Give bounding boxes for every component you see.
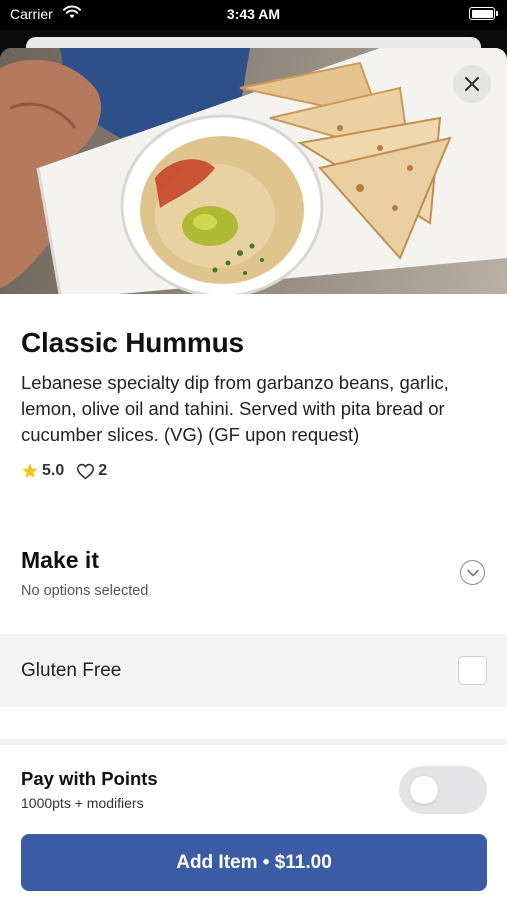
- hummus-plate-illustration: [0, 48, 507, 294]
- item-meta: 5.0 2: [21, 461, 107, 481]
- star-icon: [22, 463, 38, 478]
- item-detail-sheet: Classic Hummus Lebanese specialty dip fr…: [0, 48, 507, 900]
- make-it-subtitle: No options selected: [21, 583, 149, 599]
- gluten-free-checkbox[interactable]: [458, 656, 487, 685]
- item-description: Lebanese specialty dip from garbanzo bea…: [21, 372, 449, 445]
- close-icon: [464, 76, 480, 92]
- make-it-title: Make it: [21, 547, 99, 573]
- option-label: Gluten Free: [21, 660, 122, 681]
- option-gluten-free[interactable]: Gluten Free: [0, 634, 507, 707]
- close-button[interactable]: [453, 65, 491, 103]
- pay-with-points-title: Pay with Points: [21, 768, 158, 789]
- heart-icon[interactable]: [76, 463, 95, 480]
- likes-count: 2: [98, 462, 108, 479]
- status-bar: Carrier 3:43 AM: [0, 0, 507, 30]
- clock: 3:43 AM: [226, 6, 281, 22]
- battery-icon: [469, 7, 498, 20]
- rating-value: 5.0: [42, 462, 65, 479]
- add-item-button[interactable]: Add Item • $11.00: [21, 834, 487, 891]
- item-title: Classic Hummus: [21, 327, 244, 358]
- pay-with-points-subtitle: 1000pts + modifiers: [21, 795, 144, 811]
- item-photo: [0, 48, 507, 294]
- make-it-expand-button[interactable]: [460, 560, 485, 585]
- chevron-down-icon: [466, 569, 479, 576]
- pay-with-points-toggle[interactable]: [399, 766, 487, 814]
- section-divider: [0, 739, 507, 745]
- toggle-knob: [410, 776, 438, 804]
